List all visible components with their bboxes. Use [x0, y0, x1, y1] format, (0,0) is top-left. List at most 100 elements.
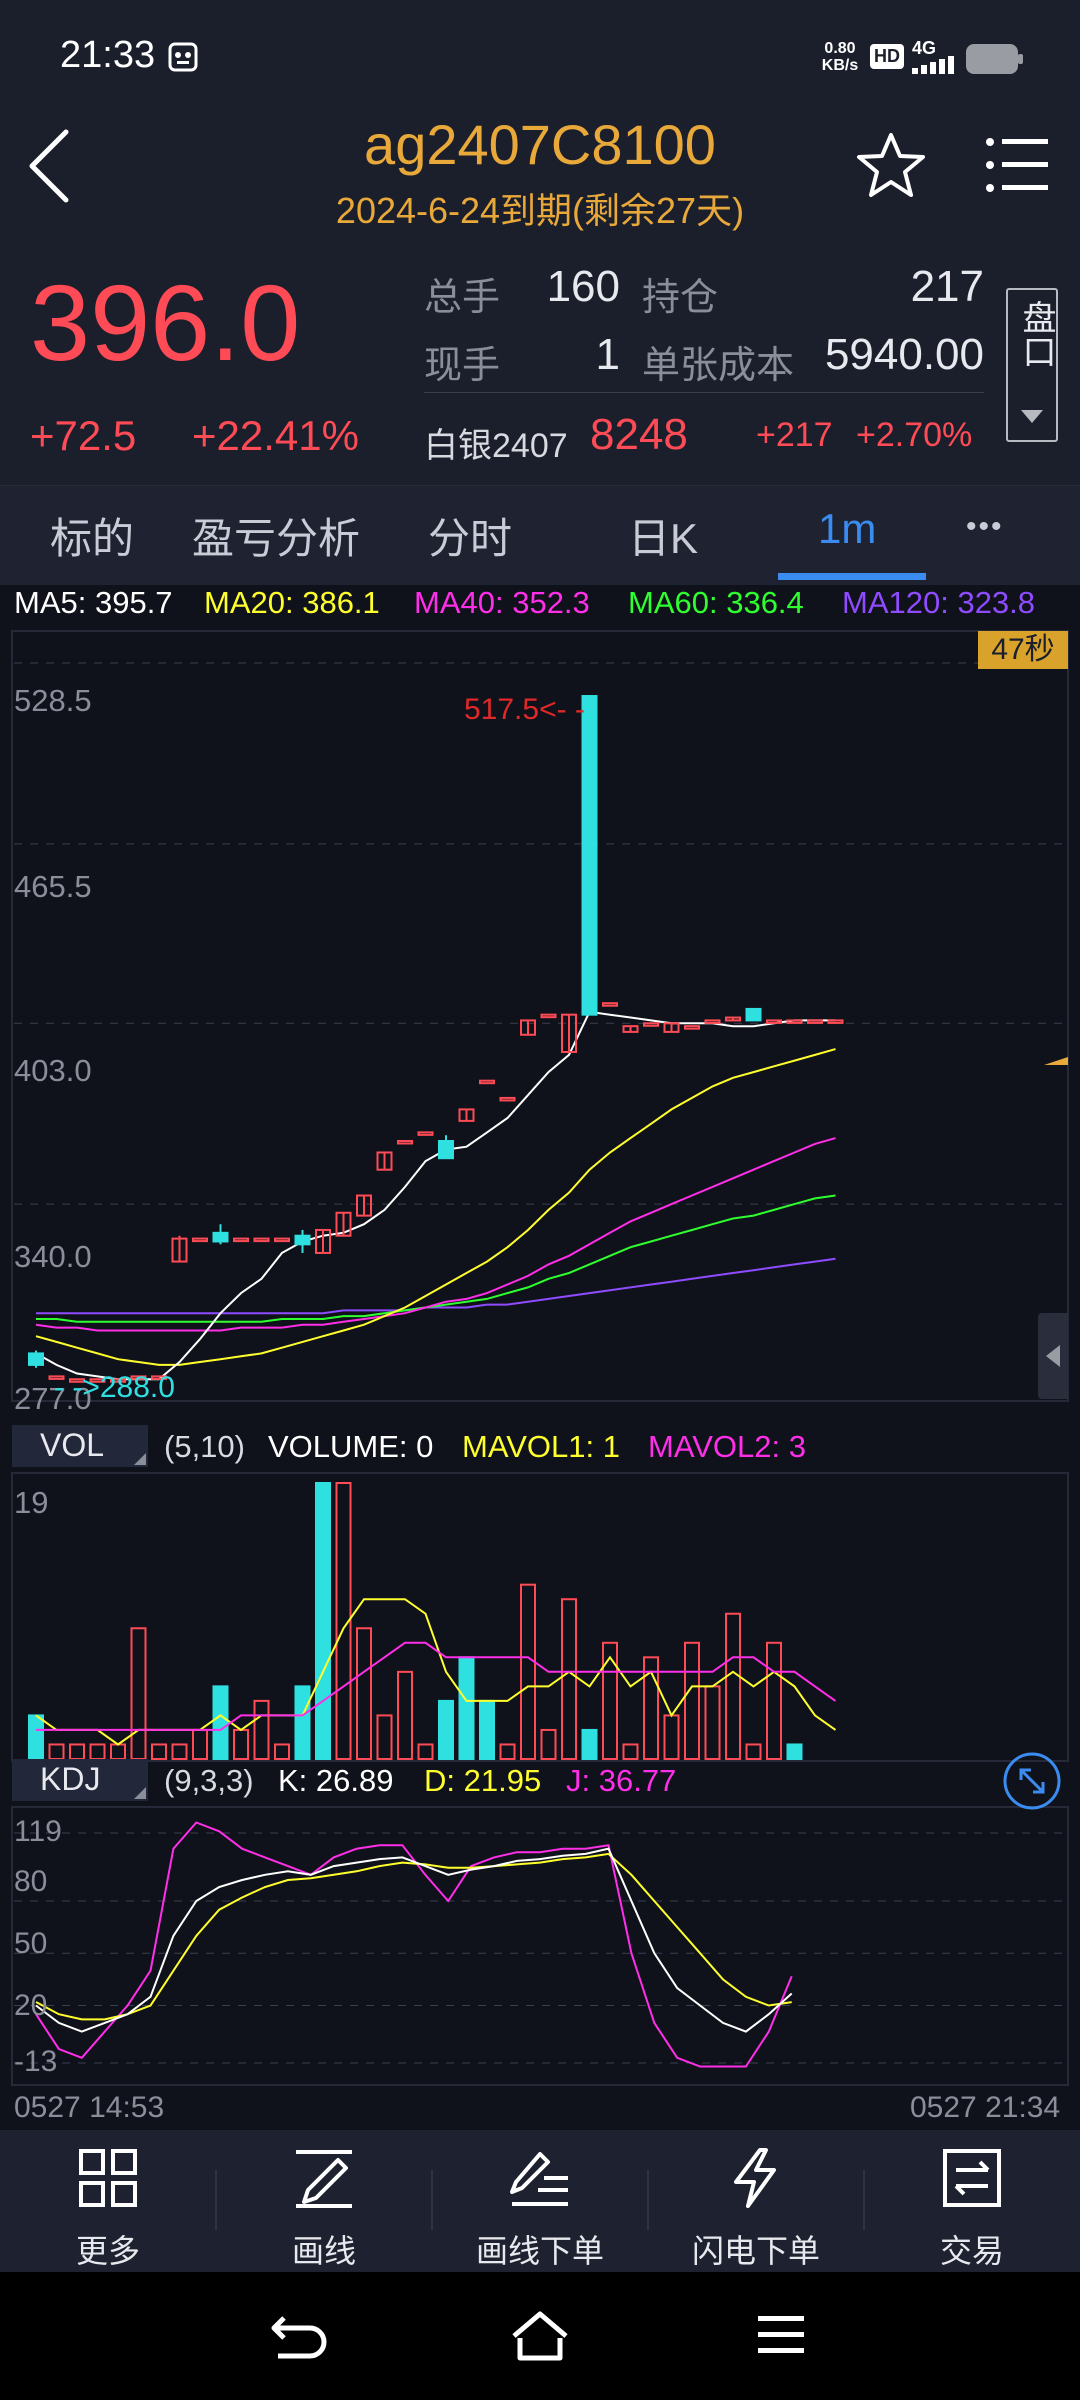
- volume-bar: [376, 1714, 393, 1760]
- volume-bar: [704, 1685, 721, 1760]
- tab-daily-k[interactable]: 日K: [628, 505, 698, 566]
- volume-bar: [540, 1728, 557, 1761]
- candle-body: [438, 1139, 454, 1160]
- low-price-annotation: - ->288.0: [54, 1371, 175, 1404]
- kdj-k-value: K: 26.89: [278, 1763, 394, 1798]
- volume-bar: [602, 1641, 618, 1760]
- kdj-axis-label: 20: [14, 1989, 48, 2022]
- net-speed: 0.80 KB/s: [821, 40, 859, 74]
- bar-countdown: 47秒: [978, 631, 1068, 669]
- candle-body: [192, 1237, 208, 1243]
- volume-bar: [417, 1743, 434, 1760]
- battery-icon: [966, 44, 1023, 74]
- side-panel-handle[interactable]: [1038, 1313, 1068, 1399]
- price-axis-label: 403.0: [14, 1053, 92, 1088]
- unit-cost-label: 单张成本: [642, 345, 795, 387]
- candle-body: [745, 1007, 762, 1022]
- status-time: 21:33: [60, 34, 156, 76]
- home-nav-icon[interactable]: [510, 2310, 570, 2362]
- price-axis-label: 340.0: [14, 1239, 92, 1274]
- trade-button[interactable]: 交易: [864, 2140, 1080, 2270]
- kdj-d-line: [35, 1852, 792, 2021]
- draw-line-label: 画线: [291, 2233, 356, 2269]
- ma20-value: MA20: 386.1: [204, 585, 380, 620]
- volume-bar: [315, 1482, 331, 1760]
- pencil-lines-icon: [510, 2152, 568, 2206]
- vol-axis-label: 19: [14, 1485, 49, 1520]
- volume-bar: [725, 1612, 741, 1760]
- corner-caret-icon: [134, 1787, 146, 1799]
- unit-cost: 5940.00: [824, 330, 984, 379]
- menu-icon[interactable]: [986, 136, 1050, 194]
- candle-body: [827, 1019, 844, 1024]
- kdj-indicator-selector[interactable]: KDJ: [12, 1759, 148, 1801]
- volume-bar: [786, 1743, 803, 1760]
- order-book-label: 盘口: [1017, 300, 1055, 368]
- ma120-value: MA120: 323.8: [842, 585, 1036, 620]
- candle-body: [479, 1079, 495, 1085]
- candle-body: [212, 1231, 229, 1243]
- ma60-line: [36, 1194, 836, 1323]
- ma5-value: MA5: 395.7: [14, 585, 173, 620]
- trade-label: 交易: [939, 2233, 1004, 2269]
- candle-body: [643, 1022, 659, 1027]
- candle-body: [397, 1139, 413, 1145]
- candle-body: [581, 695, 598, 1016]
- ma5-line: [35, 1010, 836, 1381]
- volume-bar: [48, 1743, 65, 1760]
- kdj-j-value: J: 36.77: [566, 1763, 677, 1798]
- draw-line-order-button[interactable]: 画线下单: [432, 2140, 648, 2270]
- total-volume-label: 总手: [424, 277, 501, 319]
- symbol-title: ag2407C8100: [364, 113, 716, 176]
- volume-bar: [130, 1627, 147, 1761]
- lightning-icon: [734, 2148, 776, 2208]
- tab-more[interactable]: •••: [966, 510, 1004, 544]
- volume-bar: [294, 1685, 311, 1760]
- volume-bar: [28, 1714, 44, 1760]
- open-interest: 217: [910, 262, 984, 311]
- chart-area: MA5: 395.7 MA20: 386.1 MA40: 352.3 MA60:…: [0, 585, 1080, 2130]
- back-icon[interactable]: [24, 126, 74, 206]
- volume-bar: [479, 1699, 495, 1761]
- volume-bar: [253, 1699, 270, 1761]
- volume-bar: [438, 1699, 454, 1761]
- tab-pnl-analysis[interactable]: 盈亏分析: [192, 505, 360, 566]
- swap-icon: [943, 2149, 1001, 2207]
- volume-bar: [520, 1583, 536, 1760]
- tab-1m[interactable]: 1m: [818, 505, 876, 553]
- draw-line-button[interactable]: 画线: [216, 2140, 432, 2270]
- vol-params: (5,10): [164, 1429, 245, 1464]
- tab-underlying[interactable]: 标的: [50, 505, 134, 566]
- divider: [424, 392, 984, 393]
- flash-order-button[interactable]: 闪电下单: [648, 2140, 864, 2270]
- candle-body: [684, 1025, 700, 1030]
- price-change-pct: +22.41%: [192, 412, 359, 459]
- header: ag2407C8100 2024-6-24到期(剩余27天): [0, 110, 1080, 260]
- ma40-value: MA40: 352.3: [414, 585, 590, 620]
- current-volume-label: 现手: [424, 345, 501, 387]
- more-button[interactable]: 更多: [0, 2140, 216, 2270]
- candlestick-chart[interactable]: [0, 585, 1080, 2130]
- volume-bar: [581, 1728, 598, 1761]
- volume-bar: [745, 1743, 762, 1760]
- candle-body: [540, 1013, 557, 1019]
- volume-bar: [458, 1656, 475, 1761]
- fullscreen-icon[interactable]: [1002, 1751, 1062, 1811]
- order-book-button[interactable]: 盘口: [1006, 288, 1058, 442]
- vol-indicator-name: VOL: [40, 1427, 105, 1463]
- vol-indicator-selector[interactable]: VOL: [12, 1425, 148, 1467]
- caret-down-icon: [1021, 410, 1043, 423]
- underlying-change: +217: [756, 416, 833, 454]
- candle-body: [28, 1352, 44, 1366]
- system-nav-bar: [0, 2272, 1080, 2400]
- candle-body: [602, 1002, 618, 1007]
- recents-nav-icon[interactable]: [758, 2314, 804, 2356]
- tab-intraday[interactable]: 分时: [428, 505, 512, 566]
- back-nav-icon[interactable]: [270, 2314, 328, 2360]
- status-bar: 21:33 0.80 KB/s HD 4G: [0, 0, 1080, 110]
- volume-bar: [171, 1743, 188, 1760]
- kdj-axis-label: 80: [14, 1865, 48, 1898]
- kdj-axis-label: -13: [14, 2045, 58, 2078]
- favorite-star-icon[interactable]: [856, 132, 926, 198]
- underlying-price: 8248: [590, 410, 688, 459]
